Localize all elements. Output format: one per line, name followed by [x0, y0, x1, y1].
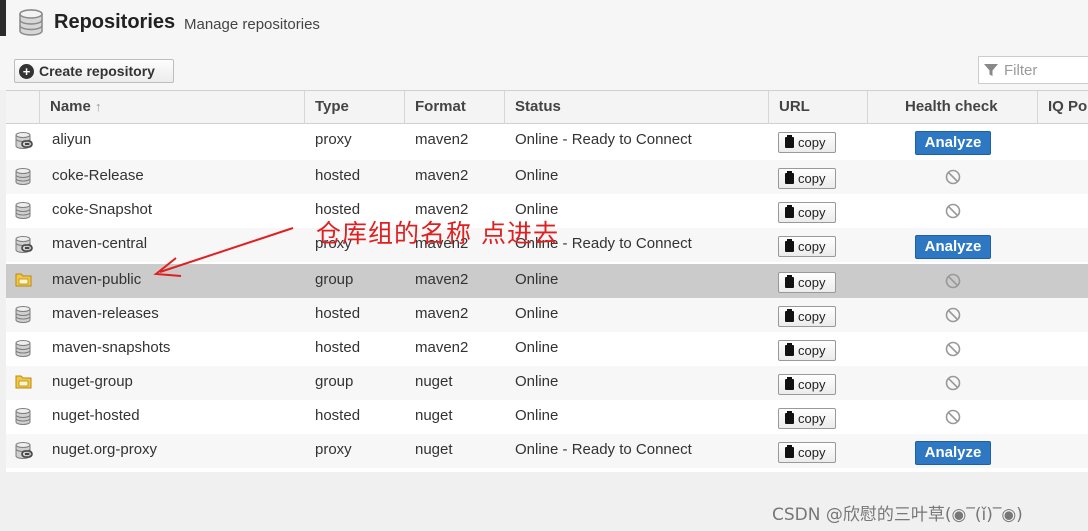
watermark: CSDN @欣慰的三叶草(◉‾(ǐ)‾◉) [772, 505, 1023, 525]
annotation-arrow-icon [153, 227, 294, 277]
